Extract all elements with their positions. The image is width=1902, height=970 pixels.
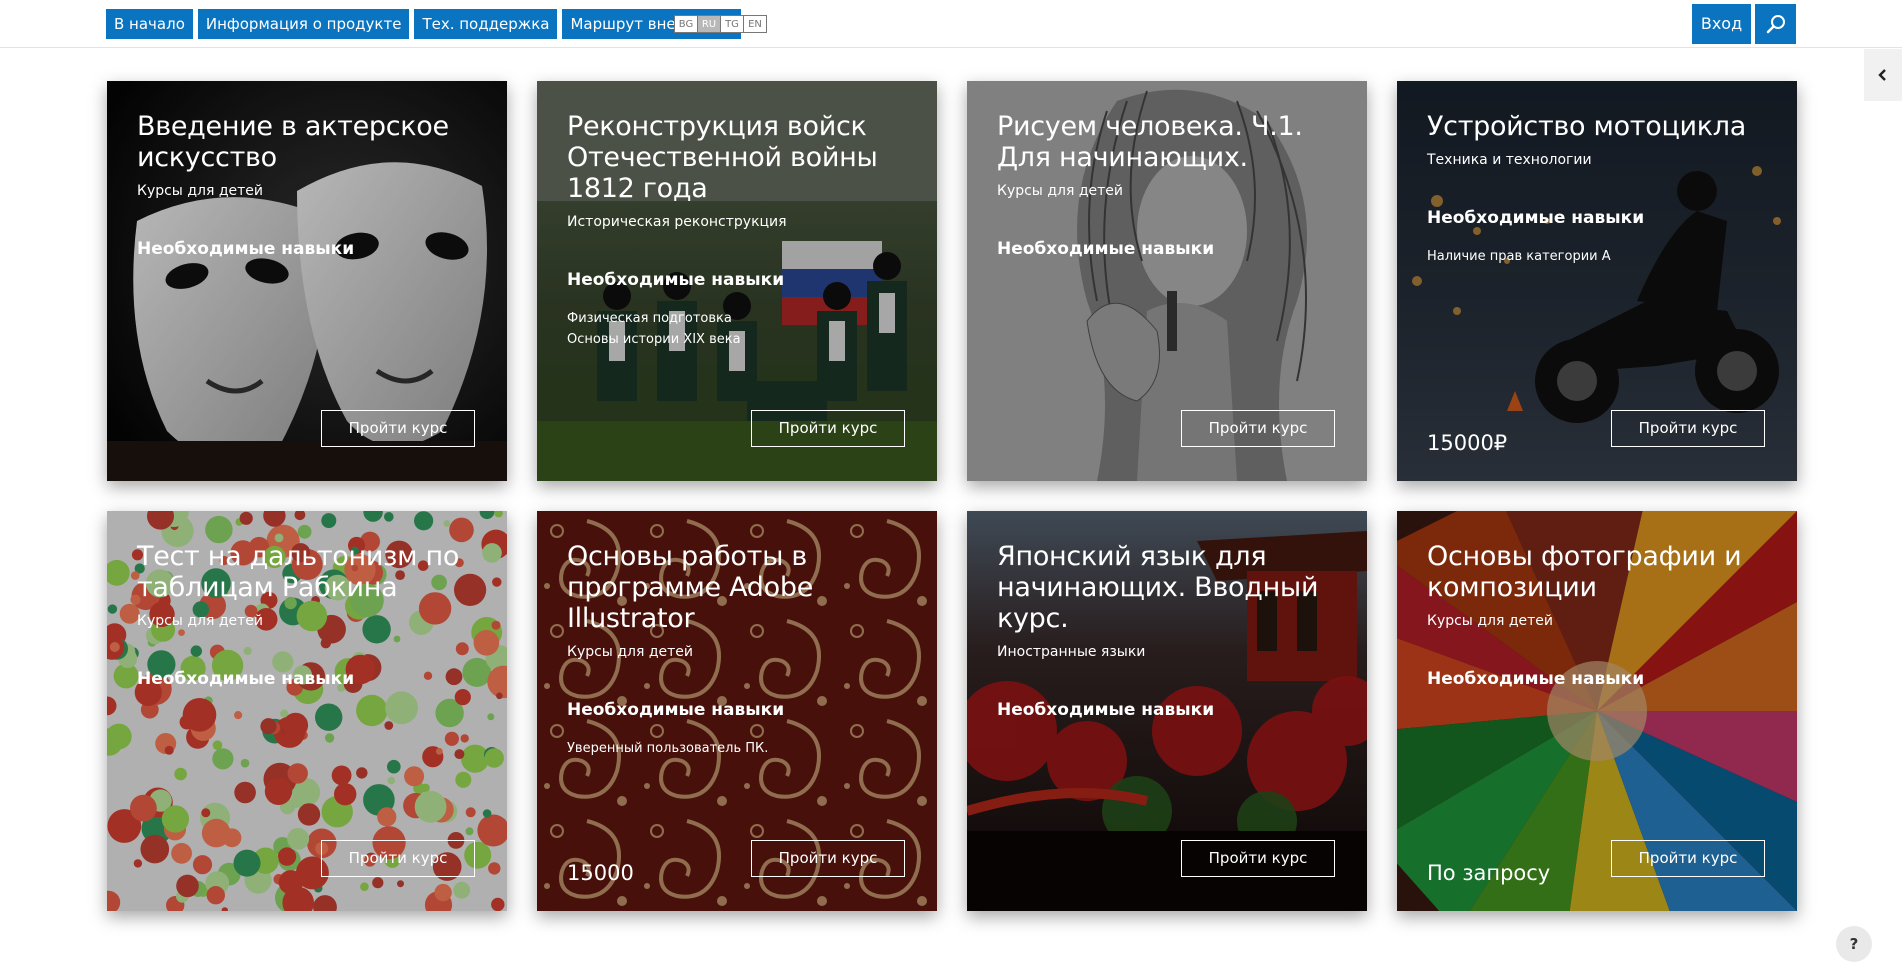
- course-grid: Введение в актерское искусство Курсы для…: [107, 81, 1797, 911]
- skills-list: Наличие прав категории А: [1427, 246, 1777, 267]
- course-category: Курсы для детей: [1427, 613, 1553, 629]
- course-price: 15000₽: [1427, 431, 1508, 455]
- take-course-button[interactable]: Пройти курс: [751, 410, 905, 447]
- skill-item: Наличие прав категории А: [1427, 249, 1611, 264]
- language-bg[interactable]: BG: [674, 15, 698, 33]
- nav-product-info-button[interactable]: Информация о продукте: [197, 9, 410, 39]
- chevron-left-icon: [1878, 69, 1886, 81]
- search-icon: [1766, 15, 1785, 34]
- language-tg[interactable]: TG: [720, 15, 744, 33]
- course-category: Курсы для детей: [567, 644, 693, 660]
- course-card[interactable]: Основы работы в программе Adobe Illustra…: [537, 511, 937, 911]
- course-category: Иностранные языки: [997, 644, 1146, 660]
- course-card[interactable]: Основы фотографии и композиции Курсы для…: [1397, 511, 1797, 911]
- take-course-button[interactable]: Пройти курс: [321, 410, 475, 447]
- course-price: 15000: [567, 861, 634, 885]
- take-course-button[interactable]: Пройти курс: [1611, 840, 1765, 877]
- skills-heading: Необходимые навыки: [1427, 208, 1645, 228]
- language-ru[interactable]: RU: [697, 15, 721, 33]
- course-title: Реконструкция войск Отечественной войны …: [567, 111, 878, 204]
- language-switcher: BG RU TG EN: [674, 15, 767, 33]
- side-panel-toggle[interactable]: [1864, 49, 1902, 101]
- skills-heading: Необходимые навыки: [997, 700, 1215, 720]
- skills-list: Уверенный пользователь ПК.: [567, 738, 917, 759]
- course-category: Историческая реконструкция: [567, 214, 787, 230]
- course-title: Устройство мотоцикла: [1427, 111, 1746, 142]
- course-price: По запросу: [1427, 861, 1551, 885]
- skills-heading: Необходимые навыки: [567, 700, 785, 720]
- top-bar: В начало Информация о продукте Тех. подд…: [0, 0, 1902, 48]
- skills-list: Физическая подготовка Основы истории XIX…: [567, 308, 917, 350]
- skills-heading: Необходимые навыки: [137, 239, 355, 259]
- course-card[interactable]: Тест на дальтонизм по таблицам Рабкина К…: [107, 511, 507, 911]
- course-category: Курсы для детей: [137, 183, 263, 199]
- main-nav: В начало Информация о продукте Тех. подд…: [106, 9, 742, 39]
- nav-home-button[interactable]: В начало: [106, 9, 193, 39]
- take-course-button[interactable]: Пройти курс: [1181, 840, 1335, 877]
- course-category: Техника и технологии: [1427, 152, 1592, 168]
- course-category: Курсы для детей: [137, 613, 263, 629]
- skill-item: Уверенный пользователь ПК.: [567, 741, 769, 756]
- course-card[interactable]: Рисуем человека. Ч.1. Для начинающих. Ку…: [967, 81, 1367, 481]
- course-title: Японский язык для начинающих. Вводный ку…: [997, 541, 1319, 634]
- skills-heading: Необходимые навыки: [1427, 669, 1645, 689]
- search-button[interactable]: [1755, 4, 1796, 44]
- course-card[interactable]: Японский язык для начинающих. Вводный ку…: [967, 511, 1367, 911]
- course-title: Тест на дальтонизм по таблицам Рабкина: [137, 541, 460, 603]
- take-course-button[interactable]: Пройти курс: [751, 840, 905, 877]
- course-title: Основы фотографии и композиции: [1427, 541, 1742, 603]
- take-course-button[interactable]: Пройти курс: [321, 840, 475, 877]
- course-title: Основы работы в программе Adobe Illustra…: [567, 541, 814, 634]
- help-button[interactable]: ?: [1836, 926, 1872, 962]
- take-course-button[interactable]: Пройти курс: [1181, 410, 1335, 447]
- course-card[interactable]: Введение в актерское искусство Курсы для…: [107, 81, 507, 481]
- skill-item: Физическая подготовка: [567, 311, 732, 326]
- skills-heading: Необходимые навыки: [567, 270, 785, 290]
- course-title: Введение в актерское искусство: [137, 111, 449, 173]
- nav-support-button[interactable]: Тех. поддержка: [414, 9, 558, 39]
- skills-heading: Необходимые навыки: [997, 239, 1215, 259]
- skills-heading: Необходимые навыки: [137, 669, 355, 689]
- take-course-button[interactable]: Пройти курс: [1611, 410, 1765, 447]
- course-card[interactable]: Реконструкция войск Отечественной войны …: [537, 81, 937, 481]
- language-en[interactable]: EN: [743, 15, 767, 33]
- course-card[interactable]: Устройство мотоцикла Техника и технологи…: [1397, 81, 1797, 481]
- skill-item: Основы истории XIX века: [567, 332, 741, 347]
- login-button[interactable]: Вход: [1692, 4, 1751, 44]
- course-category: Курсы для детей: [997, 183, 1123, 199]
- course-title: Рисуем человека. Ч.1. Для начинающих.: [997, 111, 1303, 173]
